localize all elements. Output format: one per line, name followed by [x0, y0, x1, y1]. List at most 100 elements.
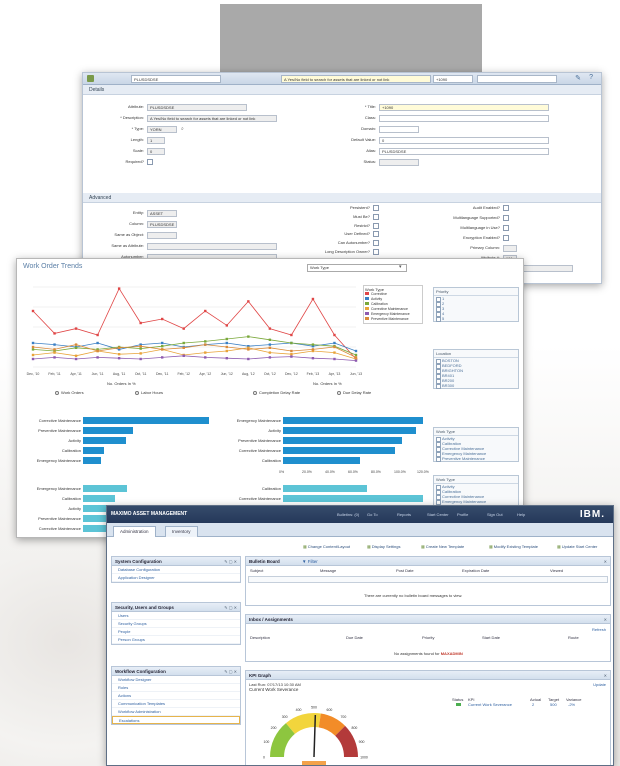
field-value[interactable]: YORN	[147, 126, 177, 133]
field-value[interactable]: A Yes/No field to search for assets that…	[147, 115, 277, 122]
radio-labor-hours[interactable]: Labor Hours	[135, 390, 163, 395]
portlet-link[interactable]: Application Designer	[112, 574, 240, 582]
x-tick-label: Oct, '12	[264, 372, 276, 376]
radio-due-delay[interactable]: Due Delay Rate	[337, 390, 371, 395]
kpi-cell: -2%	[568, 702, 576, 707]
bar-label: Activity	[268, 428, 281, 433]
action-link[interactable]: Modify Existing Template	[489, 544, 538, 549]
bulletin-filter-row[interactable]	[248, 576, 608, 583]
series-point	[354, 359, 358, 362]
close-icon[interactable]: ✕	[604, 615, 607, 624]
portlet-link[interactable]: Actions	[112, 692, 240, 700]
action-link[interactable]: Create New Template	[421, 544, 464, 549]
field-value[interactable]	[379, 126, 419, 133]
toolbar-title-field[interactable]: +1090	[433, 75, 473, 83]
top-nav-link[interactable]: Go To	[367, 512, 378, 517]
top-nav-link[interactable]: Profile	[457, 512, 468, 517]
top-nav-link[interactable]: Sign Out	[487, 512, 503, 517]
checkbox[interactable]	[503, 225, 509, 231]
field-value[interactable]: +1090	[379, 104, 549, 111]
checkbox[interactable]	[503, 235, 509, 241]
top-nav-link[interactable]: Reports	[397, 512, 411, 517]
field-value[interactable]	[379, 159, 419, 166]
filter-link[interactable]: ▼ Filter	[302, 557, 318, 566]
filter-option[interactable]: Preventive Maintenance	[434, 456, 518, 462]
series-point	[333, 341, 336, 345]
inbox-refresh-link[interactable]: Refresh	[592, 627, 606, 632]
field-value[interactable]: PLUSDSDSE	[147, 104, 247, 111]
close-icon[interactable]: ✕	[604, 671, 607, 680]
action-link[interactable]: Change Content/Layout	[303, 544, 350, 549]
checkbox[interactable]	[373, 222, 379, 229]
portlet-link[interactable]: Person Groups	[112, 636, 240, 644]
bulletin-header: Bulletin Board ▼ Filter ✕	[246, 557, 610, 566]
portlet-link[interactable]: Roles	[112, 684, 240, 692]
field-value[interactable]: PLUSDSDSE	[379, 148, 549, 155]
required-checkbox[interactable]	[147, 159, 153, 165]
field-label: Long Description Owner?	[324, 249, 370, 254]
portlet-link[interactable]: Escalations	[112, 716, 240, 724]
bar-label: Activity	[68, 506, 81, 511]
field-row: Domain:	[361, 125, 419, 133]
chevron-down-icon[interactable]: ▾	[399, 264, 402, 270]
portlet-controls[interactable]: ✎ ▢ ✕	[224, 557, 237, 566]
field-value[interactable]	[503, 245, 517, 252]
field-value[interactable]: 0	[147, 148, 165, 155]
legend-swatch	[365, 312, 369, 315]
series-point	[74, 357, 78, 361]
checkbox[interactable]	[373, 240, 379, 247]
filter-option[interactable]: 5	[434, 316, 518, 322]
close-icon[interactable]: ✕	[604, 557, 607, 566]
portlet-link[interactable]: Users	[112, 612, 240, 620]
tab-inventory[interactable]: Inventory	[165, 526, 198, 537]
toolbar-description-field[interactable]: A Yes/No field to search for assets that…	[281, 75, 431, 83]
kpi-update-link[interactable]: Update	[593, 682, 606, 687]
field-label: * Title:	[364, 104, 376, 109]
checkbox[interactable]	[373, 213, 379, 220]
kpi-cell[interactable]: Current Work Severance	[468, 702, 512, 707]
adv-check-row: Audit Enabled?	[473, 204, 511, 212]
portlet-controls[interactable]: ✎ ▢ ✕	[224, 603, 237, 612]
portlet-link[interactable]: Security Groups	[112, 620, 240, 628]
portlet-link[interactable]: Database Configuration	[112, 566, 240, 574]
checkbox[interactable]	[373, 205, 379, 211]
action-link[interactable]: Display Settings	[367, 544, 401, 549]
search-icon[interactable]: ⌕	[181, 125, 184, 133]
field-value[interactable]	[147, 243, 277, 250]
action-link[interactable]: Update Start Center	[557, 544, 598, 549]
toolbar-edit-icon[interactable]: ✎	[575, 74, 581, 82]
toolbar-help-icon[interactable]: ?	[589, 74, 593, 81]
toolbar-icon[interactable]	[87, 75, 94, 82]
field-value[interactable]	[147, 232, 177, 239]
toolbar-nav-field[interactable]	[477, 75, 557, 83]
portlet-link[interactable]: Workflow Administration	[112, 708, 240, 716]
top-nav-link[interactable]: Help	[517, 512, 525, 517]
field-value[interactable]: PLUSDSDSE	[147, 221, 177, 228]
tab-administration[interactable]: Administration	[113, 526, 156, 537]
field-value[interactable]: ASSET	[147, 210, 177, 217]
radio-work-orders[interactable]: Work Orders	[55, 390, 84, 395]
series-point	[31, 309, 35, 313]
x-tick-label: Apr, '11	[70, 372, 82, 376]
filter-option[interactable]: BR300	[434, 383, 518, 389]
radio-completion-delay[interactable]: Completion Delay Rate	[253, 390, 300, 395]
checkbox[interactable]	[503, 205, 509, 211]
field-row: Length: 1	[131, 136, 165, 144]
checkbox[interactable]	[503, 215, 509, 221]
adv-field-row: Entity: ASSET	[133, 209, 177, 217]
work-type-dropdown[interactable]: Work Type	[307, 264, 407, 272]
series-point	[96, 356, 99, 359]
portlet-link[interactable]: Workflow Designer	[112, 676, 240, 684]
checkbox[interactable]	[373, 231, 379, 238]
field-value[interactable]: 0	[379, 137, 549, 144]
portlet-link[interactable]: Communication Templates	[112, 700, 240, 708]
portlet-controls[interactable]: ✎ ▢ ✕	[224, 667, 237, 676]
top-nav-link[interactable]: Start Center	[427, 512, 449, 517]
portlet-link[interactable]: People	[112, 628, 240, 636]
toolbar-attribute-field[interactable]: PLUSDSDSE	[131, 75, 221, 83]
field-value[interactable]	[379, 115, 549, 122]
field-value[interactable]: 1	[147, 137, 165, 144]
checkbox[interactable]	[373, 249, 379, 255]
top-nav-link[interactable]: Bulletins: (0)	[337, 512, 359, 517]
x-tick-label: Feb, '11	[48, 372, 60, 376]
